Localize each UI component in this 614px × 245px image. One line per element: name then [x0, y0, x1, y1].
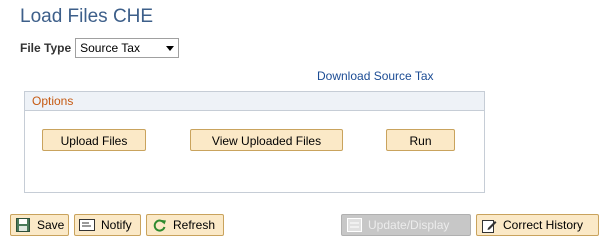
refresh-icon — [151, 217, 167, 233]
save-label: Save — [37, 218, 65, 232]
update-display-button[interactable]: Update/Display — [341, 214, 471, 236]
correct-history-icon — [481, 217, 497, 233]
run-button[interactable]: Run — [386, 129, 455, 151]
file-type-select[interactable]: Source Tax — [75, 37, 180, 58]
refresh-button[interactable]: Refresh — [146, 214, 224, 236]
refresh-label: Refresh — [173, 218, 216, 232]
page-title: Load Files CHE — [20, 6, 154, 27]
download-source-tax-link[interactable]: Download Source Tax — [317, 69, 434, 83]
notify-button[interactable]: Notify — [74, 214, 141, 236]
save-button[interactable]: Save — [10, 214, 69, 236]
notify-label: Notify — [101, 218, 132, 232]
correct-history-label: Correct History — [503, 218, 584, 232]
view-uploaded-files-button[interactable]: View Uploaded Files — [190, 129, 343, 151]
floppy-disk-icon — [15, 217, 31, 233]
correct-history-button[interactable]: Correct History — [476, 214, 599, 236]
chevron-down-icon — [166, 45, 175, 51]
update-display-icon — [346, 217, 362, 233]
options-group: Options Upload Files View Uploaded Files… — [24, 91, 485, 193]
file-type-row: File Type Source Tax — [20, 37, 180, 58]
upload-files-button[interactable]: Upload Files — [42, 129, 146, 151]
file-type-value: Source Tax — [80, 40, 140, 55]
notify-icon — [79, 217, 95, 233]
update-display-label: Update/Display — [368, 218, 450, 232]
options-header: Options — [25, 92, 484, 111]
file-type-label: File Type — [20, 40, 72, 55]
